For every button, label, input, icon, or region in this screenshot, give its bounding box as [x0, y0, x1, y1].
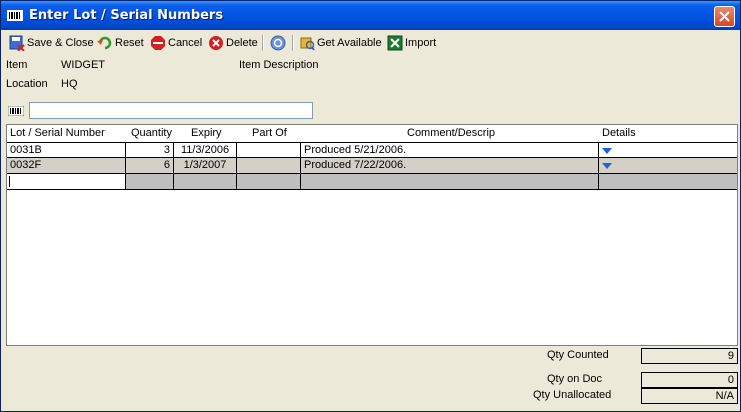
- qty-unallocated-label: Qty Unallocated: [533, 389, 612, 401]
- part-of-cell[interactable]: [237, 158, 301, 174]
- header-part-of[interactable]: Part Of: [252, 127, 287, 139]
- new-comment-cell[interactable]: [301, 174, 599, 190]
- lot-cell[interactable]: 0032F: [7, 158, 126, 174]
- lot-serial-grid: Lot / Serial Number Quantity Expiry Part…: [6, 124, 738, 346]
- expiry-cell[interactable]: 1/3/2007: [174, 158, 237, 174]
- lot-serial-window: Enter Lot / Serial Numbers Save & Close …: [0, 0, 741, 412]
- header-details[interactable]: Details: [602, 127, 636, 139]
- comment-cell[interactable]: Produced 7/22/2006.: [301, 158, 599, 174]
- barcode-icon: [7, 10, 23, 21]
- dropdown-arrow-icon[interactable]: [602, 163, 612, 169]
- delete-button[interactable]: Delete: [208, 34, 258, 52]
- header-lot[interactable]: Lot / Serial Number: [10, 127, 105, 139]
- quantity-cell[interactable]: 3: [126, 142, 174, 158]
- save-close-label: Save & Close: [27, 37, 94, 49]
- close-button[interactable]: [714, 6, 735, 27]
- comment-cell[interactable]: Produced 5/21/2006.: [301, 142, 599, 158]
- item-label: Item: [6, 59, 28, 71]
- new-quantity-cell[interactable]: [126, 174, 174, 190]
- details-cell[interactable]: [599, 142, 737, 158]
- header-comment[interactable]: Comment/Descrip: [407, 127, 495, 139]
- import-button[interactable]: Import: [387, 34, 436, 52]
- help-icon: [270, 35, 286, 51]
- grid-header: Lot / Serial Number Quantity Expiry Part…: [7, 125, 737, 141]
- quantity-cell[interactable]: 6: [126, 158, 174, 174]
- window-title: Enter Lot / Serial Numbers: [29, 8, 224, 23]
- cancel-button[interactable]: Cancel: [150, 34, 202, 52]
- dropdown-arrow-icon[interactable]: [602, 148, 612, 154]
- scan-input[interactable]: [29, 102, 313, 119]
- new-part-of-cell[interactable]: [237, 174, 301, 190]
- item-description-label: Item Description: [239, 59, 319, 71]
- reset-icon: [97, 36, 112, 50]
- excel-icon: [387, 35, 403, 51]
- toolbar-separator: [262, 35, 264, 51]
- save-close-icon: [9, 35, 25, 51]
- qty-counted-label: Qty Counted: [547, 349, 609, 361]
- reset-label: Reset: [115, 37, 144, 49]
- qty-on-doc-value: 0: [641, 372, 738, 388]
- new-entry-row[interactable]: [7, 174, 737, 190]
- expiry-cell[interactable]: 11/3/2006: [174, 142, 237, 158]
- table-row[interactable]: 0032F 6 1/3/2007 Produced 7/22/2006.: [7, 158, 737, 174]
- get-available-label: Get Available: [317, 37, 382, 49]
- new-details-cell[interactable]: [599, 174, 737, 190]
- toolbar-separator: [292, 35, 294, 51]
- get-available-icon: [300, 37, 315, 51]
- details-cell[interactable]: [599, 158, 737, 174]
- new-lot-cell[interactable]: [7, 174, 126, 190]
- qty-counted-value: 9: [641, 348, 738, 364]
- save-close-button[interactable]: Save & Close: [9, 34, 94, 52]
- table-row[interactable]: 0031B 3 11/3/2006 Produced 5/21/2006.: [7, 142, 737, 158]
- stop-icon: [151, 36, 165, 50]
- delete-icon: [209, 36, 223, 50]
- location-label: Location: [6, 78, 48, 90]
- reset-button[interactable]: Reset: [97, 34, 144, 52]
- cancel-label: Cancel: [168, 37, 203, 49]
- import-label: Import: [405, 37, 437, 49]
- delete-label: Delete: [226, 37, 258, 49]
- help-button[interactable]: [270, 34, 286, 52]
- item-value: WIDGET: [61, 59, 105, 71]
- barcode-icon: [8, 106, 24, 116]
- text-cursor: [9, 176, 10, 187]
- lot-cell[interactable]: 0031B: [7, 142, 126, 158]
- toolbar: Save & Close Reset Cancel Delete Get Ava…: [3, 32, 738, 54]
- qty-on-doc-label: Qty on Doc: [547, 373, 603, 385]
- part-of-cell[interactable]: [237, 142, 301, 158]
- new-expiry-cell[interactable]: [174, 174, 237, 190]
- header-quantity[interactable]: Quantity: [131, 127, 172, 139]
- close-icon: [719, 11, 730, 22]
- title-bar[interactable]: Enter Lot / Serial Numbers: [1, 1, 740, 30]
- header-expiry[interactable]: Expiry: [191, 127, 222, 139]
- location-value: HQ: [61, 78, 78, 90]
- qty-unallocated-value: N/A: [641, 388, 738, 404]
- get-available-button[interactable]: Get Available: [299, 34, 382, 52]
